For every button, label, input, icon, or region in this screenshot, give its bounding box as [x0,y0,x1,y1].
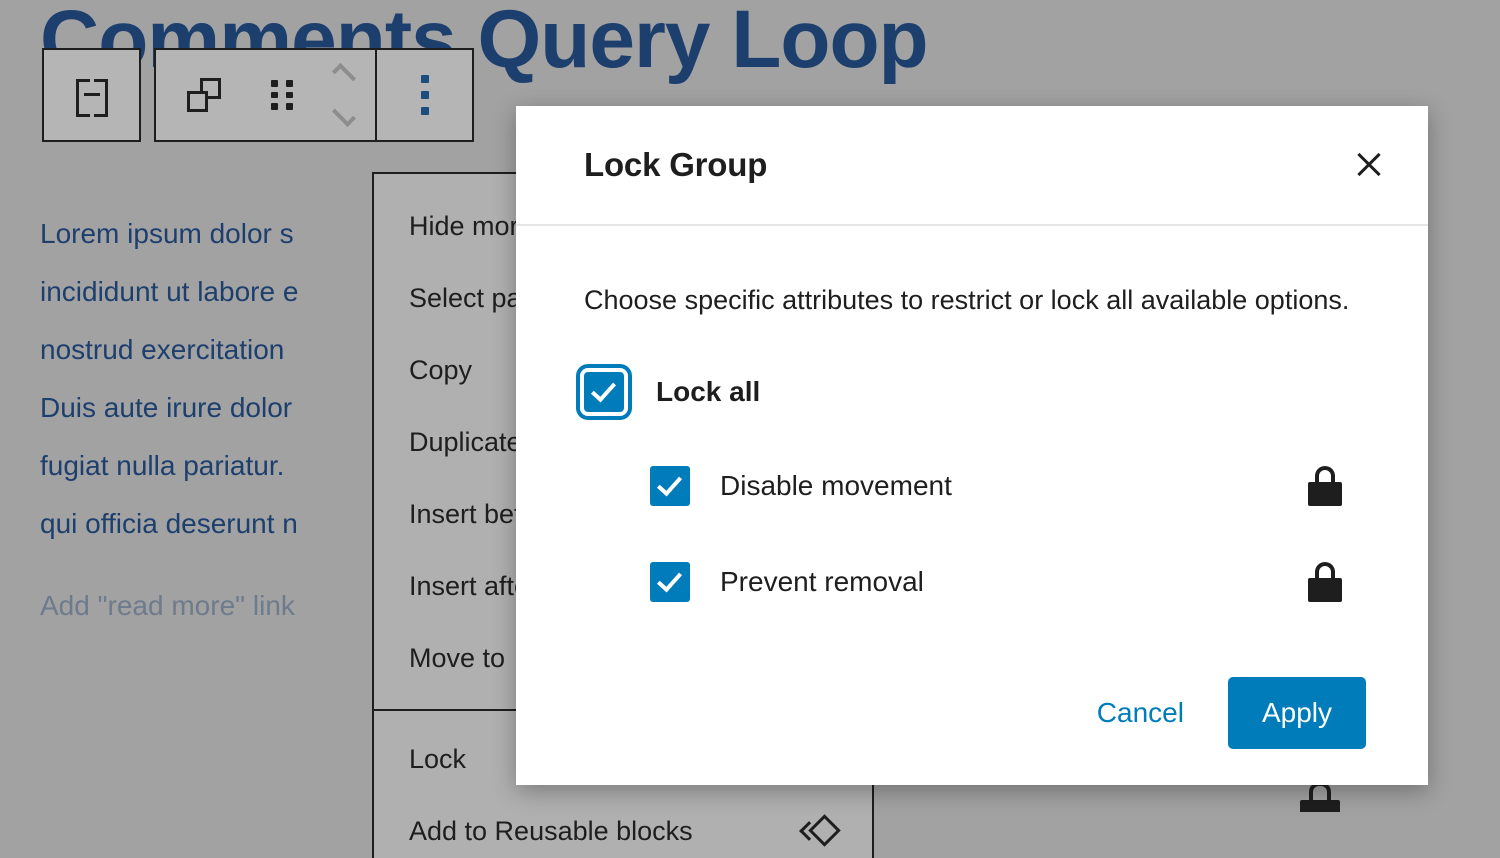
close-button[interactable] [1338,134,1400,196]
menu-item-label: Lock [409,744,466,775]
copy-blocks-button[interactable] [156,50,251,140]
dialog-body: Choose specific attributes to restrict o… [516,226,1428,655]
menu-item-label: Copy [409,355,472,386]
background-padlock-icon [1300,782,1340,812]
dialog-description: Choose specific attributes to restrict o… [584,282,1366,318]
menu-item-label: Duplicate [409,427,522,458]
menu-item-label: Move to [409,643,505,674]
lock-all-checkbox[interactable] [584,372,624,412]
lock-all-label: Lock all [656,376,760,408]
apply-button[interactable]: Apply [1228,677,1366,749]
dialog-header: Lock Group [516,106,1428,226]
move-up-down-button[interactable] [313,50,375,140]
dialog-footer: Cancel Apply [516,655,1428,785]
read-more-link[interactable]: Add "read more" link [40,592,295,620]
cancel-button[interactable]: Cancel [1081,683,1200,743]
drag-handle-button[interactable] [251,50,313,140]
lock-all-row[interactable]: Lock all [584,372,1366,412]
checkmark-icon [591,377,616,403]
disable-movement-row[interactable]: Disable movement [650,460,1366,512]
dialog-title: Lock Group [584,146,767,184]
block-toolbar [42,48,474,142]
prevent-removal-row[interactable]: Prevent removal [650,556,1366,608]
copy-blocks-icon [187,78,221,112]
block-type-button[interactable] [44,50,139,140]
menu-item-add-to-reusable-blocks[interactable]: Add to Reusable blocks [374,795,872,858]
checkmark-icon [657,471,682,497]
prevent-removal-label: Prevent removal [720,566,924,598]
more-vertical-icon [421,75,429,115]
reusable-diamond-icon [800,811,840,851]
menu-item-label: Insert bef [409,499,522,530]
block-toolbar-more-group [375,48,474,142]
lock-sub-options: Disable movement Prevent removal [584,460,1366,608]
menu-item-label: Select pa [409,283,522,314]
prevent-removal-checkbox[interactable] [650,562,690,602]
checkmark-icon [657,567,682,593]
menu-item-label: Add to Reusable blocks [409,816,693,847]
disable-movement-label: Disable movement [720,470,952,502]
move-updown-icon [324,69,364,121]
drag-handle-icon [271,80,293,110]
menu-item-label: Insert afte [409,571,529,602]
menu-item-label: Hide more [409,211,534,242]
close-icon [1354,150,1384,180]
padlock-icon [1308,466,1342,506]
padlock-icon [1308,562,1342,602]
more-options-button[interactable] [377,50,472,140]
disable-movement-checkbox[interactable] [650,466,690,506]
block-toolbar-type-group [42,48,141,142]
block-toolbar-main-group [154,48,377,142]
lock-group-dialog: Lock Group Choose specific attributes to… [516,106,1428,785]
group-block-icon [75,78,109,112]
